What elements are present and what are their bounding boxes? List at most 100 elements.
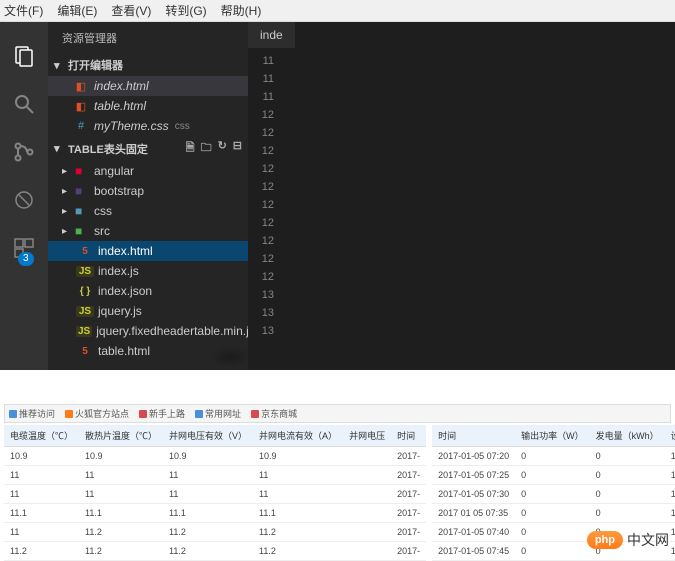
folder-item[interactable]: ▸ ■ src (48, 221, 248, 241)
data-table-left: 电缆温度（℃）散热片温度（℃）并网电压有效（V）并网电流有效（A）并网电压时间1… (4, 425, 426, 561)
table-cell: 11 (79, 466, 163, 485)
project-header[interactable]: ▾ TABLE表头固定 🗎 🗀 ↻ ⊟ (48, 136, 248, 161)
menu-edit[interactable]: 编辑(E) (57, 2, 97, 19)
table-cell: 2017-01-05 07:30 (432, 485, 515, 504)
table-cell (343, 447, 391, 466)
column-header[interactable]: 输出功率（W） (515, 425, 590, 447)
menu-view[interactable]: 查看(V) (111, 2, 151, 19)
table-cell: 11.4 (665, 504, 675, 523)
file-name: myTheme.css (94, 119, 169, 133)
line-number: 13 (254, 286, 274, 304)
table-cell: 0 (590, 485, 665, 504)
table-cell: 2017-01-05 07:45 (432, 542, 515, 561)
extensions-badge: 3 (18, 252, 34, 266)
file-name: table.html (94, 99, 146, 113)
line-number: 12 (254, 232, 274, 250)
table-row[interactable]: 2017-01-05 07:250011.311.3 (432, 466, 675, 485)
file-item[interactable]: JS jquery.fixedheadertable.min.js (48, 321, 248, 341)
table-row[interactable]: 11.211.211.211.22017- (4, 542, 426, 561)
bookmark-icon (139, 410, 147, 418)
bookmark-item[interactable]: 京东商城 (251, 407, 297, 420)
table-cell: 11.1 (163, 504, 253, 523)
chevron-right-icon: ▸ (62, 226, 72, 237)
debug-icon[interactable] (10, 186, 38, 214)
bookmark-item[interactable]: 常用网址 (195, 407, 241, 420)
column-header[interactable]: 设备温度（℃） (665, 425, 675, 447)
folder-item[interactable]: ▸ ■ css (48, 201, 248, 221)
menu-file[interactable]: 文件(F) (4, 2, 43, 19)
column-header[interactable]: 并网电流有效（A） (253, 425, 343, 447)
table-cell: 0 (515, 523, 590, 542)
search-icon[interactable] (10, 90, 38, 118)
source-control-icon[interactable] (10, 138, 38, 166)
editor-area: inde 11111112121212121212121212131313 (248, 22, 675, 370)
line-number: 12 (254, 160, 274, 178)
menu-help[interactable]: 帮助(H) (221, 2, 262, 19)
folder-item[interactable]: ▸ ■ bootstrap (48, 181, 248, 201)
file-item[interactable]: JS index.js (48, 261, 248, 281)
bookmark-bar: 推荐访问 火狐官方站点新手上路常用网址京东商城 (4, 404, 671, 423)
file-item[interactable]: { } index.json (48, 281, 248, 301)
chevron-right-icon: ▸ (62, 186, 72, 197)
file-item[interactable]: JS jquery.js (48, 301, 248, 321)
column-header[interactable]: 并网电压 (343, 425, 391, 447)
open-editor-item[interactable]: ◧ index.html (48, 76, 248, 96)
column-header[interactable]: 时间 (391, 425, 426, 447)
folder-icon: ■ (75, 204, 91, 218)
bookmark-item[interactable]: 推荐访问 (9, 407, 55, 420)
table-cell: 11.3 (665, 485, 675, 504)
file-name: index.json (98, 284, 152, 298)
line-number: 12 (254, 268, 274, 286)
editor-tab[interactable]: inde (248, 22, 295, 48)
table-row[interactable]: 11.111.111.111.12017- (4, 504, 426, 523)
bookmark-icon (9, 410, 17, 418)
column-header[interactable]: 发电量（kWh） (590, 425, 665, 447)
new-file-icon[interactable]: 🗎 (186, 139, 195, 158)
table-cell: 2017-01-05 07:20 (432, 447, 515, 466)
explorer-icon[interactable] (10, 42, 38, 70)
table-row[interactable]: 2017-01-05 07:200011.311.3 (432, 447, 675, 466)
php-logo-text: 中文网 (627, 530, 669, 550)
json-icon: { } (76, 286, 94, 297)
table-cell: 11.2 (79, 542, 163, 561)
table-cell: 11.2 (163, 542, 253, 561)
table-cell: 2017- (391, 466, 426, 485)
table-row[interactable]: 111111112017- (4, 466, 426, 485)
open-editors-header[interactable]: ▾ 打开编辑器 (48, 54, 248, 76)
column-header[interactable]: 电缆温度（℃） (4, 425, 79, 447)
folder-item[interactable]: ▸ ■ angular (48, 161, 248, 181)
menu-goto[interactable]: 转到(G) (165, 2, 206, 19)
activity-bar: 3 (0, 22, 48, 370)
table-cell (343, 504, 391, 523)
table-cell (343, 542, 391, 561)
line-number: 12 (254, 178, 274, 196)
new-folder-icon[interactable]: 🗀 (201, 139, 212, 158)
table-row[interactable]: 10.910.910.910.92017- (4, 447, 426, 466)
refresh-icon[interactable]: ↻ (218, 139, 227, 158)
file-name: table.html (98, 344, 150, 358)
open-editor-item[interactable]: # myTheme.css css (48, 116, 248, 136)
column-header[interactable]: 并网电压有效（V） (163, 425, 253, 447)
file-item[interactable]: 5 index.html (48, 241, 248, 261)
column-header[interactable]: 时间 (432, 425, 515, 447)
extensions-icon[interactable]: 3 (10, 234, 38, 262)
table-cell: 11.2 (253, 542, 343, 561)
table-row[interactable]: 2017 01 05 07:350011.411.4 (432, 504, 675, 523)
table-cell: 2017-01-05 07:25 (432, 466, 515, 485)
tables-wrap: 电缆温度（℃）散热片温度（℃）并网电压有效（V）并网电流有效（A）并网电压时间1… (4, 425, 671, 561)
file-name: index.html (94, 79, 149, 93)
table-row[interactable]: 111111112017- (4, 485, 426, 504)
bookmark-label: 推荐访问 (19, 407, 55, 420)
table-row[interactable]: 1111.211.211.22017- (4, 523, 426, 542)
table-cell: 0 (515, 485, 590, 504)
bookmark-label: 火狐官方站点 (75, 407, 129, 420)
open-editor-item[interactable]: ◧ table.html (48, 96, 248, 116)
bookmark-item[interactable]: 新手上路 (139, 407, 185, 420)
table-cell: 0 (590, 504, 665, 523)
column-header[interactable]: 散热片温度（℃） (79, 425, 163, 447)
folder-name: src (94, 224, 110, 238)
collapse-icon[interactable]: ⊟ (233, 139, 242, 158)
table-row[interactable]: 2017-01-05 07:300011.311.3 (432, 485, 675, 504)
folder-icon: ■ (75, 224, 91, 238)
bookmark-item[interactable]: 火狐官方站点 (65, 407, 129, 420)
